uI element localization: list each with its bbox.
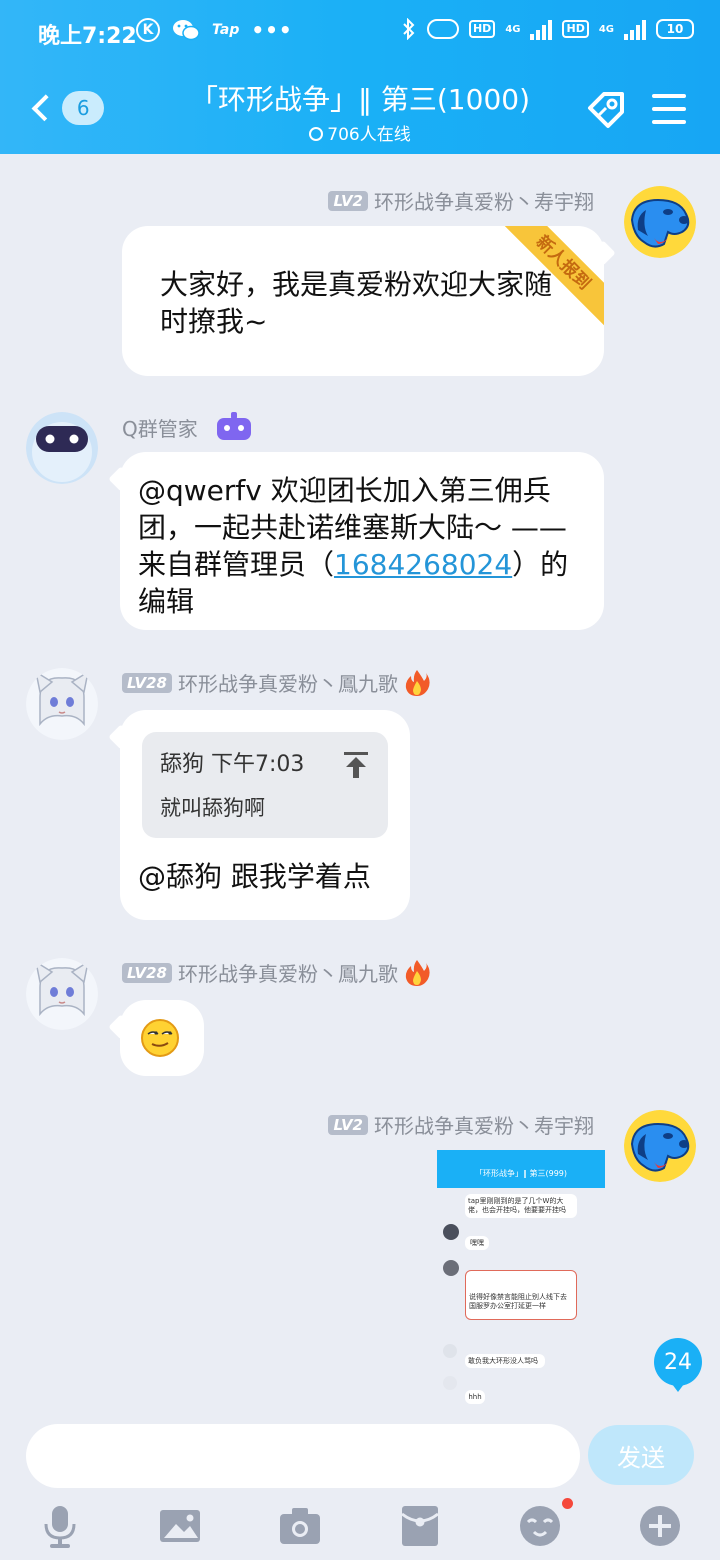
avatar[interactable] [624,186,696,258]
avatar[interactable] [624,1110,696,1182]
thumb-reply: 嘿嘿 [465,1236,489,1250]
thumb-msg: tap里刚刚到的是了几个W的大佬，也会开挂吗，他要要开挂吗 [465,1194,577,1218]
thumb-reply: hhh [465,1390,485,1404]
header-bar: 晚上7:22 K Tap ••• HD 4G HD 4G 10 6 「环形战争」… [0,0,720,154]
message-text: @舔狗 跟我学着点 [138,860,371,893]
thumb-avatar [443,1224,459,1240]
hd-icon: HD [468,20,496,38]
composer-bar: 发送 [0,1410,720,1560]
fire-icon [405,669,430,696]
avatar[interactable] [26,668,98,740]
sender-name: LV28 环形战争真爱粉丶鳳九歌 [122,668,430,697]
sender-name: Q群管家 [122,412,254,442]
signal-icon-2 [624,18,646,40]
taptap-icon: Tap [212,22,240,38]
hd-icon-2: HD [562,20,589,38]
sender-label: 环形战争真爱粉丶鳳九歌 [177,962,398,986]
new-messages-badge[interactable]: 24 [654,1338,702,1392]
message-bubble[interactable]: @qwerfv 欢迎团长加入第三佣兵团，一起共赴诺维塞斯大陆～ ——来自群管理员… [120,452,604,630]
plus-icon[interactable] [636,1502,684,1550]
vibrate-icon [426,19,459,39]
online-icon [309,127,324,141]
status-time: 晚上7:22 [38,24,137,49]
thumb-avatar [443,1344,457,1358]
message-bubble[interactable]: 舔狗 下午7:03 就叫舔狗啊 @舔狗 跟我学着点 [120,710,410,920]
image-icon[interactable] [156,1502,204,1550]
thumb-avatar [443,1260,459,1276]
thumb-title: 「环形战争」‖ 第三(999) [474,1169,568,1178]
thumb-avatar [443,1376,457,1390]
k-app-icon: K [136,18,160,42]
level-badge: LV2 [328,1114,368,1135]
smirk-face-emoji [141,1019,179,1057]
sender-label: Q群管家 [122,416,198,441]
emoji-notification-dot [562,1498,573,1509]
mic-icon[interactable] [36,1502,84,1550]
online-text: 706人在线 [327,125,411,145]
fire-icon [405,959,430,986]
network-type-label-2: 4G [598,23,614,35]
robot-icon [216,412,251,440]
status-left-icons: K Tap ••• [136,18,293,42]
message-text: 大家好，我是真爱粉欢迎大家随时撩我~ [160,268,553,338]
thumb-msg: 敢负我大环形没人骂吗 [465,1354,545,1368]
sender-label: 环形战争真爱粉丶寿宇翔 [374,1114,594,1138]
status-right-icons: HD 4G HD 4G 10 [401,18,694,40]
emoji-icon[interactable] [516,1502,564,1550]
qq-number-link[interactable]: 1684268024 [334,548,512,581]
send-button[interactable]: 发送 [588,1425,694,1485]
signal-icon [530,18,553,40]
jump-to-top-icon[interactable] [344,752,368,778]
pair-tag-icon[interactable] [584,86,628,130]
message-bubble[interactable] [120,1000,204,1076]
level-badge: LV28 [122,962,172,983]
wechat-icon [173,20,200,41]
sender-name: LV2 环形战争真爱粉丶寿宇翔 [328,1110,594,1139]
menu-button[interactable] [652,94,686,124]
network-type-label: 4G [505,23,521,35]
sender-name: LV2 环形战争真爱粉丶寿宇翔 [328,186,594,215]
sender-label: 环形战争真爱粉丶寿宇翔 [374,190,594,214]
level-badge: LV28 [122,672,172,693]
red-packet-icon[interactable] [396,1502,444,1550]
message-input[interactable] [26,1424,580,1488]
quoted-message[interactable]: 舔狗 下午7:03 就叫舔狗啊 [142,732,388,838]
bot-avatar[interactable] [26,412,98,484]
bluetooth-icon [403,18,415,40]
thumb-msg: 说得好像禁言能阻止别人线下去国服罗办公室打延更一样 [465,1270,577,1320]
message-text: @qwerfv 欢迎团长加入第三佣兵团，一起共赴诺维塞斯大陆～ ——来自群管理员… [138,472,588,620]
camera-icon[interactable] [276,1502,324,1550]
more-notifications-icon: ••• [251,18,293,42]
message-bubble[interactable]: 新人报到 大家好，我是真爱粉欢迎大家随时撩我~ [122,226,604,376]
avatar[interactable] [26,958,98,1030]
status-bar: 晚上7:22 K Tap ••• HD 4G HD 4G 10 [0,0,720,64]
quote-author-time: 舔狗 下午7:03 [160,752,305,777]
level-badge: LV2 [328,190,368,211]
battery-icon: 10 [656,19,694,39]
quote-body: 就叫舔狗啊 [160,796,265,820]
sender-label: 环形战争真爱粉丶鳳九歌 [177,672,398,696]
chat-nav: 6 「环形战争」‖ 第三(1000) 706人在线 [0,64,720,154]
image-message-thumbnail[interactable]: 「环形战争」‖ 第三(999) tap里刚刚到的是了几个W的大佬，也会开挂吗，他… [437,1150,605,1408]
sender-name: LV28 环形战争真爱粉丶鳳九歌 [122,958,430,987]
